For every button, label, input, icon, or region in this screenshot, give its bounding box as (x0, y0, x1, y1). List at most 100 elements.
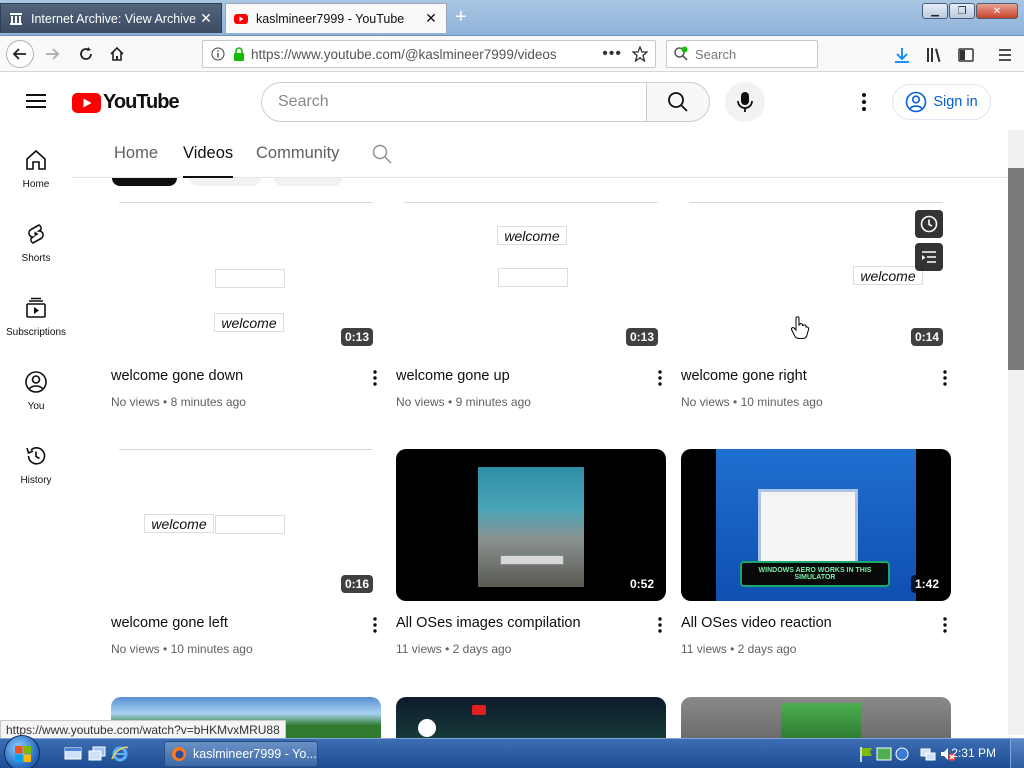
video-meta: No views • 10 minutes ago (681, 395, 823, 409)
video-title[interactable]: welcome gone left (111, 615, 228, 631)
taskbar-clock[interactable]: 2:31 PM (951, 746, 996, 760)
channel-search-icon[interactable] (372, 144, 392, 164)
watch-later-button[interactable] (915, 210, 943, 238)
tab-home[interactable]: Home (114, 144, 158, 163)
download-icon[interactable] (893, 46, 911, 64)
tab-youtube[interactable]: kaslmineer7999 - YouTube ✕ (225, 3, 447, 33)
video-actions-button[interactable] (363, 366, 387, 390)
video-actions-button[interactable] (648, 366, 672, 390)
video-duration: 0:13 (625, 328, 658, 346)
windows-taskbar: kaslmineer7999 - Yo... 2:31 PM (0, 735, 1024, 768)
video-thumbnail[interactable] (396, 697, 666, 738)
show-desktop-icon[interactable] (64, 746, 82, 762)
thumbnail-border (689, 202, 943, 203)
status-link-url: https://www.youtube.com/watch?v=bHKMvxMR… (0, 720, 286, 739)
video-actions-button[interactable] (933, 366, 957, 390)
menu-hamburger-icon[interactable] (996, 46, 1014, 64)
sidebar-label: Home (22, 179, 50, 190)
page-actions-icon[interactable]: ••• (602, 45, 622, 63)
close-tab-icon[interactable]: ✕ (424, 10, 438, 27)
tray-security-icon[interactable] (876, 745, 892, 763)
sidebar-item-home[interactable]: Home (0, 130, 72, 200)
browser-search-field[interactable]: Search (666, 40, 818, 68)
internet-explorer-icon[interactable] (111, 745, 129, 763)
add-to-queue-button[interactable] (915, 243, 943, 271)
thumbnail-desktop: WINDOWS AERO WORKS IN THIS SIMULATOR (716, 449, 916, 601)
sign-in-button[interactable]: Sign in (892, 84, 991, 120)
video-title[interactable]: All OSes images compilation (396, 615, 581, 631)
close-tab-icon[interactable]: ✕ (199, 10, 213, 27)
library-icon[interactable] (925, 46, 943, 64)
youtube-favicon-icon (234, 13, 248, 24)
video-title[interactable]: welcome gone right (681, 368, 807, 384)
sidebar-item-subscriptions[interactable]: Subscriptions (0, 278, 72, 348)
browser-tab-bar: Internet Archive: View Archive ✕ kaslmin… (0, 0, 1024, 36)
channel-tabs: Home Videos Community (72, 130, 1008, 178)
sidebar-item-history[interactable]: History (0, 426, 72, 496)
reload-button[interactable] (72, 40, 100, 68)
video-thumbnail[interactable] (681, 697, 951, 738)
video-actions-button[interactable] (933, 613, 957, 637)
video-thumbnail[interactable]: 0:52 (396, 449, 666, 601)
thumbnail-box (498, 268, 568, 287)
tray-network-icon[interactable] (920, 745, 936, 763)
thumbnail-welcome-text: welcome (497, 226, 567, 245)
switch-windows-icon[interactable] (88, 746, 106, 762)
youtube-logo[interactable]: YouTube (72, 91, 180, 114)
show-desktop-button[interactable] (1010, 739, 1024, 768)
voice-search-button[interactable] (725, 82, 765, 122)
video-actions-button[interactable] (363, 613, 387, 637)
video-title[interactable]: welcome gone down (111, 368, 243, 384)
home-button[interactable] (103, 40, 131, 68)
url-bar[interactable]: https://www.youtube.com/@kaslmineer7999/… (202, 40, 656, 68)
video-thumbnail[interactable]: welcome 0:13 (111, 202, 381, 354)
sidebar-toggle-icon[interactable] (957, 46, 975, 64)
guide-menu-icon[interactable] (26, 93, 46, 109)
forward-button[interactable] (38, 40, 66, 68)
tray-network-status-icon[interactable] (894, 745, 910, 763)
video-thumbnail[interactable]: WINDOWS AERO WORKS IN THIS SIMULATOR 1:4… (681, 449, 951, 601)
video-thumbnail[interactable]: welcome 0:16 (111, 449, 381, 601)
queue-icon (922, 251, 936, 263)
lock-icon[interactable] (233, 47, 245, 61)
tab-videos[interactable]: Videos (183, 144, 233, 163)
video-age: 2 days ago (452, 642, 512, 656)
video-thumbnail[interactable]: welcome 0:14 (681, 202, 951, 354)
sort-chips (112, 178, 372, 186)
chip-popular[interactable] (189, 178, 261, 186)
back-button[interactable] (6, 40, 34, 68)
restore-button[interactable]: ❐ (949, 3, 975, 19)
window-controls: ▁ ❐ ✕ (922, 3, 1018, 19)
new-tab-button[interactable]: + (455, 6, 467, 29)
video-views: 11 views (396, 642, 442, 656)
tab-internet-archive[interactable]: Internet Archive: View Archive ✕ (0, 3, 222, 33)
start-button[interactable] (4, 735, 40, 768)
video-title[interactable]: All OSes video reaction (681, 615, 832, 631)
thumbnail-blocks (781, 703, 861, 738)
url-text: https://www.youtube.com/@kaslmineer7999/… (251, 46, 557, 62)
chip-oldest[interactable] (274, 178, 342, 186)
video-thumbnail[interactable]: welcome 0:13 (396, 202, 666, 354)
sidebar-item-you[interactable]: You (0, 352, 72, 422)
tab-community[interactable]: Community (256, 144, 339, 163)
youtube-search-button[interactable] (646, 82, 710, 122)
tray-flag-icon[interactable] (858, 745, 874, 763)
minimize-button[interactable]: ▁ (922, 3, 948, 19)
taskbar-window-firefox[interactable]: kaslmineer7999 - Yo... (164, 741, 318, 767)
video-age: 9 minutes ago (455, 395, 531, 409)
scrollbar-thumb[interactable] (1008, 168, 1024, 370)
sidebar-label: Subscriptions (5, 327, 67, 338)
bookmark-star-icon[interactable] (632, 46, 648, 62)
sidebar-item-shorts[interactable]: Shorts (0, 204, 72, 274)
search-plus-icon (674, 46, 688, 61)
settings-more-icon[interactable] (861, 92, 867, 112)
video-views: No views (681, 395, 730, 409)
youtube-search-input[interactable]: Search (261, 82, 647, 122)
home-icon (110, 46, 124, 61)
info-icon[interactable] (211, 47, 225, 61)
chip-latest[interactable] (112, 178, 177, 186)
video-actions-button[interactable] (648, 613, 672, 637)
video-title[interactable]: welcome gone up (396, 368, 510, 384)
close-window-button[interactable]: ✕ (976, 3, 1018, 19)
reload-icon (80, 47, 92, 60)
